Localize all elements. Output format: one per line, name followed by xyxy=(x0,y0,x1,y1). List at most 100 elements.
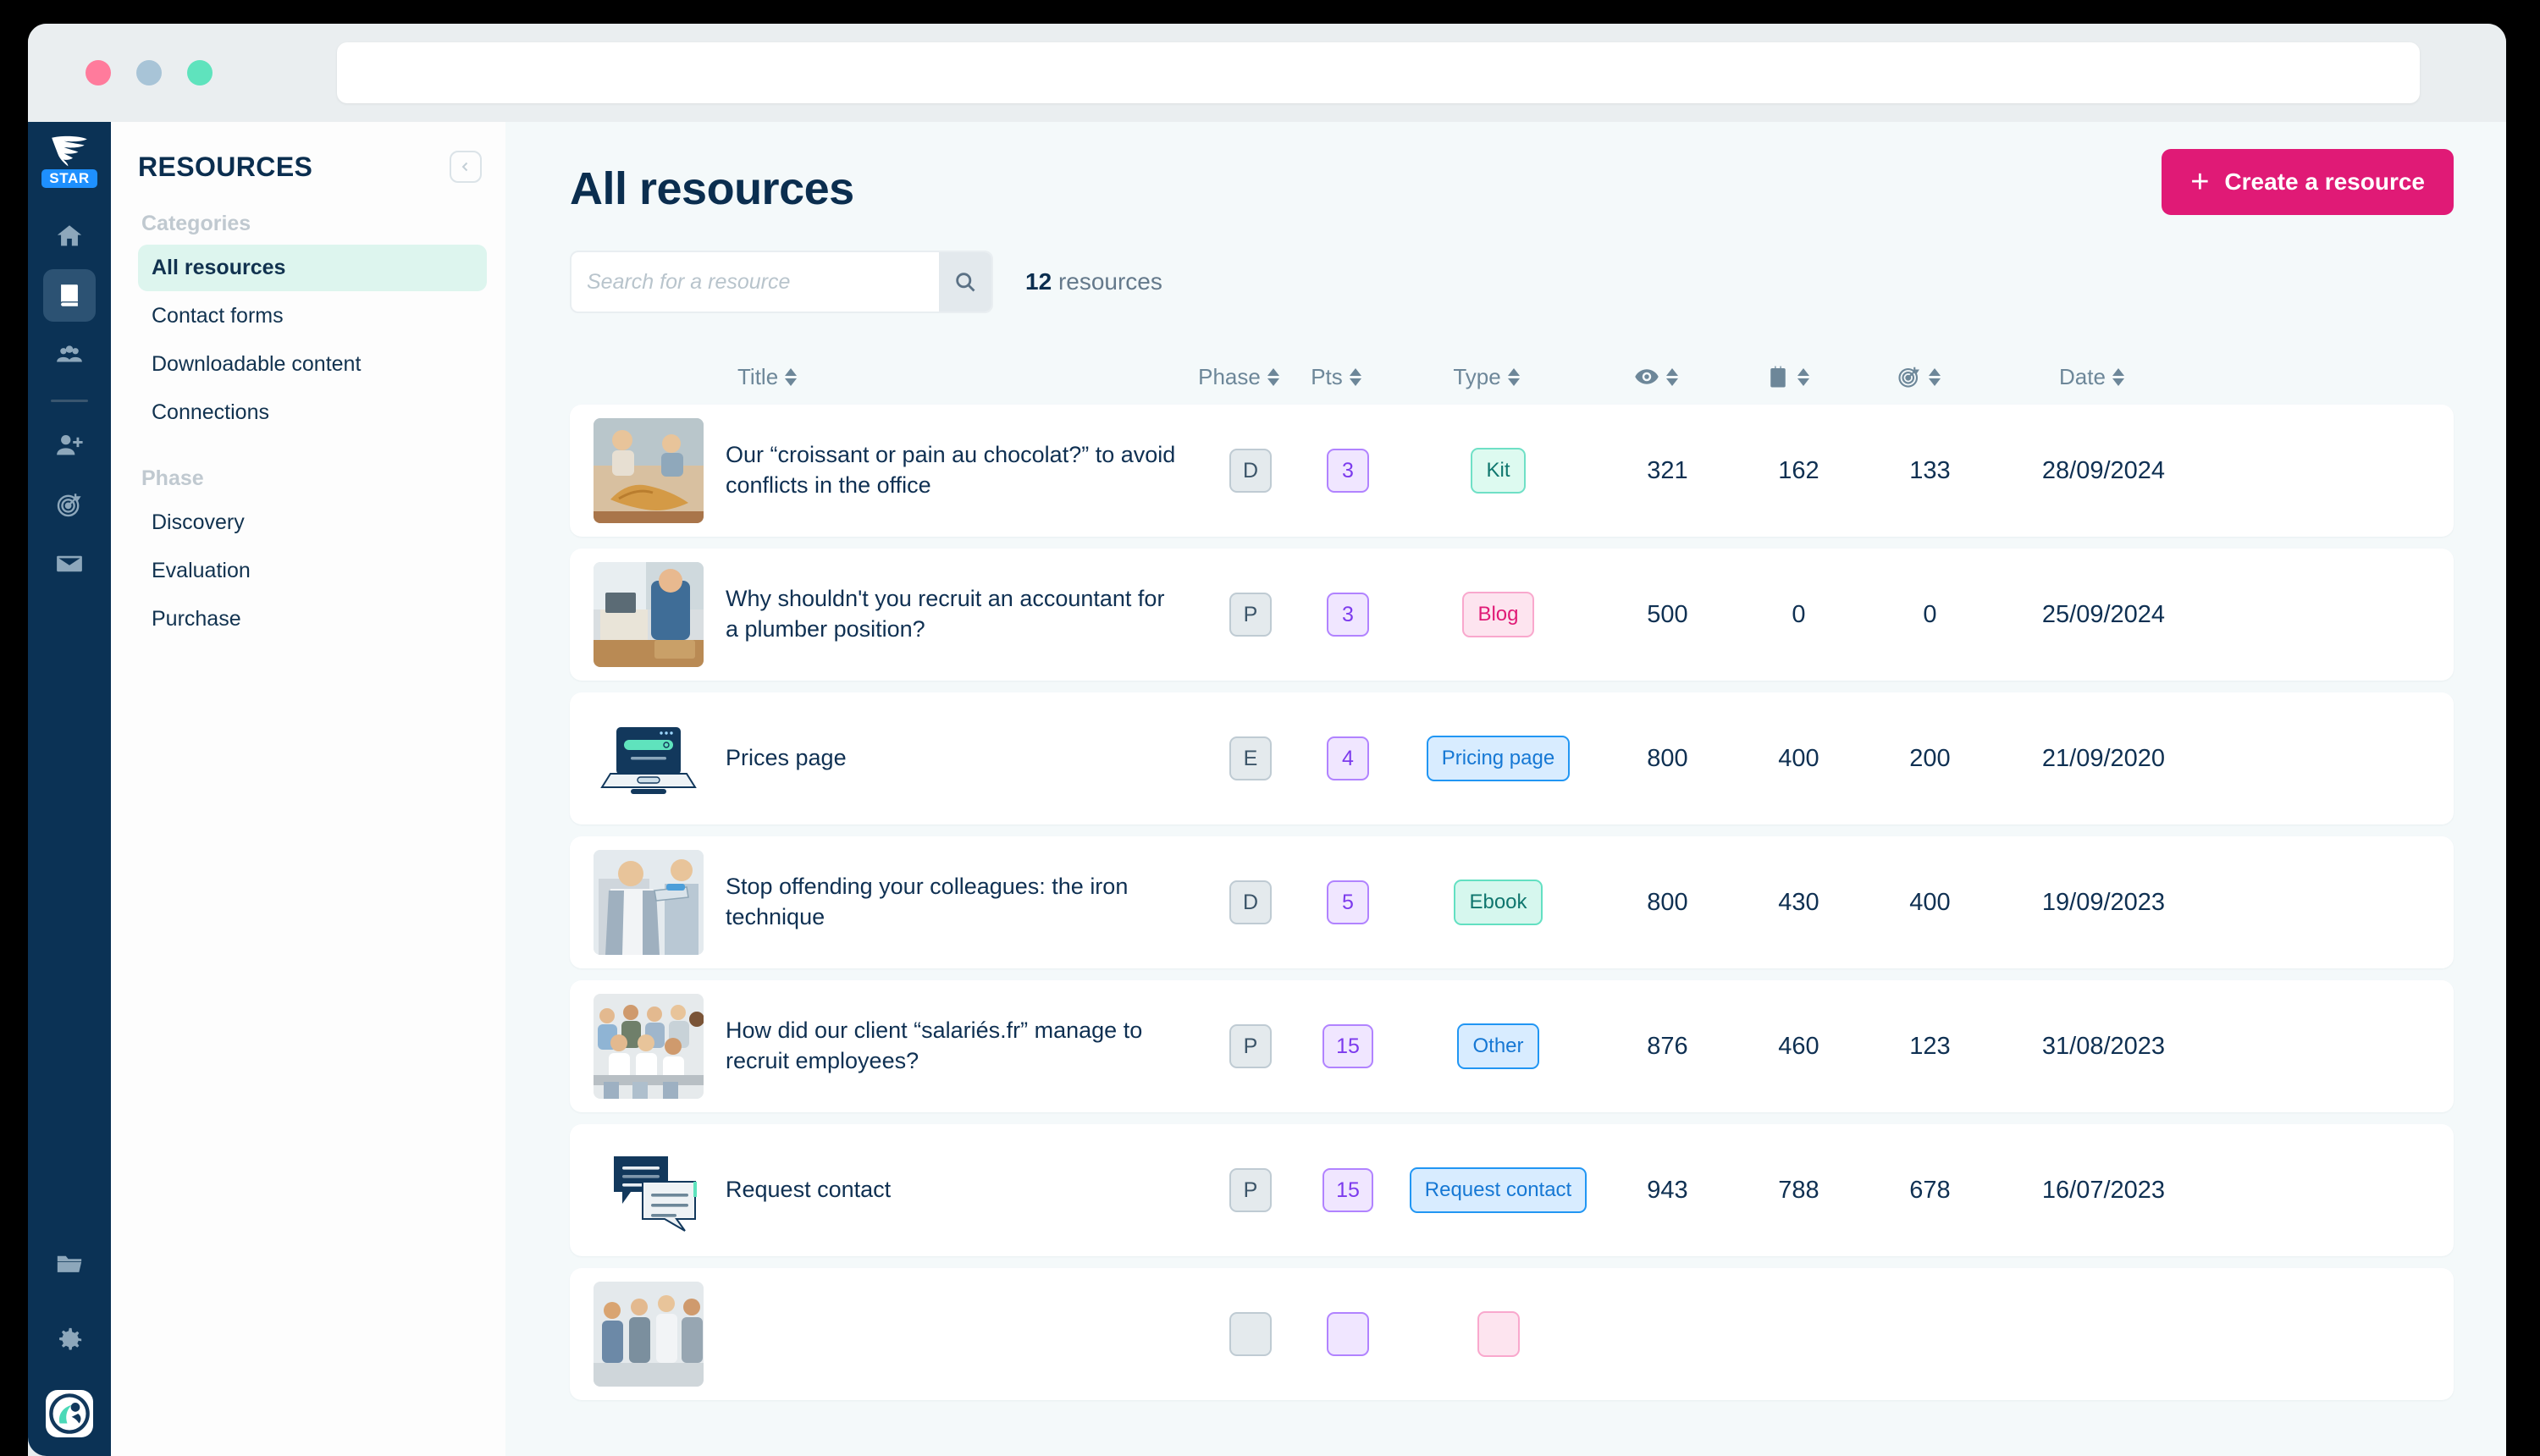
nav-item-purchase[interactable]: Purchase xyxy=(138,596,487,643)
nav-item-downloadable-content[interactable]: Downloadable content xyxy=(138,341,487,388)
thumbnail xyxy=(594,562,704,667)
row-type-cell: Request contact xyxy=(1394,1167,1602,1213)
table-row[interactable]: How did our client “salariés.fr” manage … xyxy=(570,980,2454,1112)
row-pts-cell: 15 xyxy=(1301,1168,1394,1212)
nav-item-discovery[interactable]: Discovery xyxy=(138,499,487,546)
row-phase-cell: P xyxy=(1200,1168,1301,1212)
date-value: 19/09/2023 xyxy=(1996,889,2211,917)
target-icon xyxy=(55,490,84,519)
search-row: 12 resources xyxy=(570,251,2454,313)
sidebar-item-add-contact[interactable] xyxy=(43,419,96,472)
plumber-desk-photo xyxy=(594,562,704,667)
goals-value: 678 xyxy=(1864,1177,1996,1205)
nav-item-all-resources[interactable]: All resources xyxy=(138,245,487,291)
row-thumbnail-cell xyxy=(582,562,726,667)
row-title-cell: Request contact xyxy=(726,1175,1200,1205)
resource-title: Why shouldn't you recruit an accountant … xyxy=(726,584,1183,644)
table-row[interactable] xyxy=(570,1268,2454,1400)
nav-item-connections[interactable]: Connections xyxy=(138,389,487,436)
col-pts-header[interactable]: Pts xyxy=(1289,364,1383,390)
search-submit-button[interactable] xyxy=(939,252,991,312)
book-icon xyxy=(55,281,84,310)
type-badge: Pricing page xyxy=(1427,736,1570,781)
nav-item-evaluation[interactable]: Evaluation xyxy=(138,548,487,594)
sidebar-item-settings[interactable] xyxy=(43,1314,96,1366)
office-croissant-photo xyxy=(594,418,704,523)
row-thumbnail-cell xyxy=(582,994,726,1099)
col-forms-header[interactable] xyxy=(1721,364,1853,389)
sort-views-icon[interactable] xyxy=(1666,368,1678,386)
brand-plan-badge: STAR xyxy=(41,169,97,188)
page-title: All resources xyxy=(570,163,854,215)
col-title-header[interactable]: Title xyxy=(714,364,1188,390)
collapse-panel-button[interactable] xyxy=(450,151,482,183)
sidebar-item-contacts[interactable] xyxy=(43,328,96,381)
views-value: 800 xyxy=(1602,745,1733,773)
search-input[interactable] xyxy=(572,270,939,295)
avatar[interactable] xyxy=(46,1390,93,1437)
table-row[interactable]: Our “croissant or pain au chocolat?” to … xyxy=(570,405,2454,537)
thumbnail xyxy=(594,850,704,955)
date-value: 28/09/2024 xyxy=(1996,457,2211,485)
row-type-cell: Other xyxy=(1394,1023,1602,1069)
phase-badge: P xyxy=(1229,1024,1272,1068)
sort-title-icon[interactable] xyxy=(785,368,797,386)
table-row[interactable]: Prices page E 4 Pricing page 800 400 200… xyxy=(570,692,2454,825)
sidebar-item-resources[interactable] xyxy=(43,269,96,322)
avatar-icon xyxy=(46,1390,93,1437)
target-icon xyxy=(1897,364,1922,389)
sort-pts-icon[interactable] xyxy=(1350,368,1361,386)
sidebar-item-home[interactable] xyxy=(43,210,96,262)
forms-value: 430 xyxy=(1733,889,1864,917)
sidebar-item-mail[interactable] xyxy=(43,538,96,590)
table-row[interactable]: Stop offending your colleagues: the iron… xyxy=(570,836,2454,968)
folder-icon xyxy=(55,1249,84,1278)
row-phase-cell: P xyxy=(1200,593,1301,637)
address-bar[interactable] xyxy=(337,42,2420,103)
points-badge: 15 xyxy=(1322,1168,1373,1212)
row-phase-cell: E xyxy=(1200,736,1301,780)
col-type-label: Type xyxy=(1453,364,1500,390)
laptop-illustration xyxy=(594,706,704,811)
team-meeting-photo xyxy=(594,1282,704,1387)
nav-item-contact-forms[interactable]: Contact forms xyxy=(138,293,487,339)
sort-forms-icon[interactable] xyxy=(1797,368,1809,386)
row-pts-cell xyxy=(1301,1312,1394,1356)
sidebar-item-targets[interactable] xyxy=(43,478,96,531)
thumbnail xyxy=(594,994,704,1099)
table-row[interactable]: Request contact P 15 Request contact 943… xyxy=(570,1124,2454,1256)
sort-type-icon[interactable] xyxy=(1508,368,1520,386)
sort-phase-icon[interactable] xyxy=(1267,368,1279,386)
date-value: 16/07/2023 xyxy=(1996,1177,2211,1205)
rail-divider xyxy=(51,400,88,402)
sidebar-item-files[interactable] xyxy=(43,1238,96,1290)
row-pts-cell: 5 xyxy=(1301,880,1394,924)
maximize-window-button[interactable] xyxy=(187,60,213,85)
views-value: 500 xyxy=(1602,601,1733,629)
create-resource-button[interactable]: + Create a resource xyxy=(2162,149,2454,215)
brand-logo-block[interactable]: STAR xyxy=(41,134,97,188)
sort-date-icon[interactable] xyxy=(2112,368,2124,386)
date-value: 31/08/2023 xyxy=(1996,1033,2211,1061)
row-type-cell: Kit xyxy=(1394,448,1602,494)
row-thumbnail-cell xyxy=(582,418,726,523)
rail-bottom-nav xyxy=(28,1238,111,1437)
resource-count: 12 resources xyxy=(1025,268,1162,295)
chat-bubbles-illustration xyxy=(594,1138,704,1243)
row-phase-cell: P xyxy=(1200,1024,1301,1068)
minimize-window-button[interactable] xyxy=(136,60,162,85)
sort-goals-icon[interactable] xyxy=(1929,368,1941,386)
table-row[interactable]: Why shouldn't you recruit an accountant … xyxy=(570,549,2454,681)
col-goals-header[interactable] xyxy=(1853,364,1984,389)
create-resource-label: Create a resource xyxy=(2224,168,2425,196)
resources-table: Title Phase Pts Type xyxy=(570,349,2454,1400)
thumbnail xyxy=(594,706,704,811)
points-badge: 3 xyxy=(1327,449,1369,493)
col-date-header[interactable]: Date xyxy=(1984,364,2200,390)
close-window-button[interactable] xyxy=(86,60,111,85)
col-type-header[interactable]: Type xyxy=(1383,364,1590,390)
type-badge xyxy=(1477,1311,1520,1357)
col-phase-header[interactable]: Phase xyxy=(1188,364,1289,390)
row-type-cell: Ebook xyxy=(1394,880,1602,925)
col-views-header[interactable] xyxy=(1590,364,1721,389)
